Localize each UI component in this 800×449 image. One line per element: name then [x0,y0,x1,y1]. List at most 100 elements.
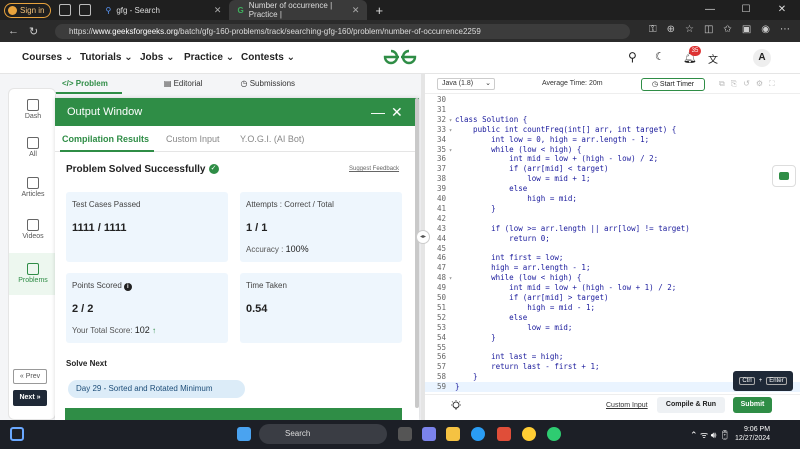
sidebar-item-dash[interactable]: Dash [9,95,57,125]
code-line[interactable]: 31 [425,105,800,115]
info-icon[interactable]: i [123,283,132,291]
tab-yogi-ai-bot[interactable]: Y.O.G.I. (AI Bot) [240,134,304,144]
maximize-icon[interactable]: ☐ [728,0,764,20]
suggest-feedback-link[interactable]: Suggest Feedback [349,166,399,172]
close-tab-icon[interactable]: ✕ [214,5,222,16]
code-line[interactable]: 56 int last = high; [425,352,800,362]
back-icon[interactable]: ← [8,25,19,37]
chat-icon[interactable] [772,165,796,187]
dark-mode-icon[interactable]: ☾ [655,50,665,63]
code-line[interactable]: 38 low = mid + 1; [425,174,800,184]
browser-tab-search[interactable]: ⚲ gfg - Search ✕ [97,0,229,20]
tab-custom-input[interactable]: Custom Input [166,134,220,144]
nav-courses[interactable]: Courses ⌄ [22,52,73,63]
code-line[interactable]: 47 high = arr.length - 1; [425,263,800,273]
tab-editorial[interactable]: ▤ Editorial [150,74,217,94]
nav-practice[interactable]: Practice ⌄ [184,52,234,63]
code-line[interactable]: 44 return 0; [425,234,800,244]
code-line[interactable]: 39 else [425,184,800,194]
workspaces-icon[interactable] [59,4,72,16]
code-line[interactable]: 40 high = mid; [425,194,800,204]
teams-icon[interactable] [422,427,436,441]
sign-in-button[interactable]: Sign in [4,2,52,18]
code-line[interactable]: 45 [425,244,800,254]
tab-actions-icon[interactable] [79,4,92,16]
favorite-icon[interactable]: ☆ [685,24,694,35]
language-select[interactable]: Java (1.8) ⌄ [437,78,495,90]
user-avatar[interactable]: A [753,49,771,67]
code-editor[interactable]: 30 31 32 ▾ class Solution {33 ▾ public int co… [425,94,800,394]
code-line[interactable]: 43 if (low >= arr.length || arr[low] != … [425,224,800,234]
tab-submissions[interactable]: ◷ Submissions [227,74,310,94]
taskbar-search[interactable]: Search [259,424,387,444]
sidebar-item-problems[interactable]: Problems [9,253,57,295]
profile-avatar-icon[interactable]: ◉ [761,24,770,35]
nav-jobs[interactable]: Jobs ⌄ [140,52,175,63]
whatsapp-icon[interactable] [547,427,561,441]
system-tray-icons[interactable]: ⌃ ᯤ 🔊︎ 🔋︎ [690,428,730,441]
code-line[interactable]: 33 ▾ public int countFreq(int[] arr, int … [425,125,800,135]
code-line[interactable]: 49 int mid = low + (high - low + 1) / 2; [425,283,800,293]
widgets-icon[interactable] [10,427,24,441]
zoom-icon[interactable]: ⊕ [667,24,675,35]
taskbar-clock[interactable]: 9:06 PM 12/27/2024 [735,425,770,443]
code-line[interactable]: 41 } [425,204,800,214]
settings-icon[interactable]: ⚙ [756,79,769,88]
next-problem-pill[interactable]: Day 29 - Sorted and Rotated Minimum [68,380,245,398]
nav-contests[interactable]: Contests ⌄ [241,52,295,63]
code-line[interactable]: 46 int first = low; [425,253,800,263]
close-panel-icon[interactable]: ✕ [391,98,403,126]
new-tab-button[interactable]: + [367,0,391,20]
code-line[interactable]: 34 int low = 0, high = arr.length - 1; [425,135,800,145]
code-line[interactable]: 30 [425,95,800,105]
browser-tab-active[interactable]: G Number of occurrence | Practice | ✕ [229,0,368,20]
nav-tutorials[interactable]: Tutorials ⌄ [80,52,133,63]
code-line[interactable]: 51 high = mid - 1; [425,303,800,313]
output-scrollbar[interactable] [415,98,419,408]
code-line[interactable]: 48 ▾ while (low < high) { [425,273,800,283]
file-explorer-icon[interactable] [446,427,460,441]
code-line[interactable]: 52 else [425,313,800,323]
url-bar[interactable]: https://www.geeksforgeeks.org/batch/gfg-… [55,24,630,39]
start-icon[interactable] [237,427,251,441]
save-icon[interactable]: ⎘ [731,79,743,88]
next-button[interactable]: Next » [13,390,47,406]
split-screen-icon[interactable]: ◫ [704,24,713,35]
site-search-icon[interactable]: ⚲ [628,50,637,64]
recommendation-banner[interactable] [65,408,402,420]
prev-button[interactable]: « Prev [13,369,47,384]
gfg-logo[interactable] [383,49,417,65]
tab-problem[interactable]: </> Problem [48,74,122,94]
code-line[interactable]: 32 ▾ class Solution { [425,115,800,125]
code-line[interactable]: 36 int mid = low + (high - low) / 2; [425,154,800,164]
lightbulb-icon[interactable] [450,400,462,412]
sidebar-item-all[interactable]: All [9,133,57,163]
copy-icon[interactable]: ⧉ [719,79,731,88]
minimize-icon[interactable]: — [692,0,728,20]
fullscreen-icon[interactable]: ⛶ [769,79,781,88]
code-line[interactable]: 37 if (arr[mid] < target) [425,164,800,174]
close-window-icon[interactable]: ✕ [764,0,800,20]
code-line[interactable]: 50 if (arr[mid] > target) [425,293,800,303]
reset-icon[interactable]: ↺ [743,79,756,88]
start-timer-button[interactable]: ◷ Start Timer [641,78,705,91]
submit-button[interactable]: Submit [733,397,772,413]
minimize-panel-icon[interactable]: — [371,98,385,126]
code-line[interactable]: 55 [425,343,800,353]
favorites-list-icon[interactable]: ✩ [723,24,731,35]
code-line[interactable]: 35 ▾ while (low < high) { [425,145,800,155]
close-tab-icon[interactable]: ✕ [352,5,360,16]
compile-run-button[interactable]: Compile & Run [657,397,725,413]
edge-icon[interactable] [471,427,485,441]
tab-compilation-results[interactable]: Compilation Results [62,134,149,144]
code-line[interactable]: 54 } [425,333,800,343]
key-icon[interactable]: ⚿ [649,24,657,35]
custom-input-link[interactable]: Custom Input [606,402,648,409]
refresh-icon[interactable]: ↻ [29,25,38,38]
collections-icon[interactable]: ▣ [742,24,751,35]
translate-icon[interactable]: 文 [708,51,718,66]
code-line[interactable]: 42 [425,214,800,224]
sidebar-item-articles[interactable]: Articles [9,173,57,203]
more-icon[interactable]: ⋯ [780,24,790,35]
chrome-icon[interactable] [522,427,536,441]
